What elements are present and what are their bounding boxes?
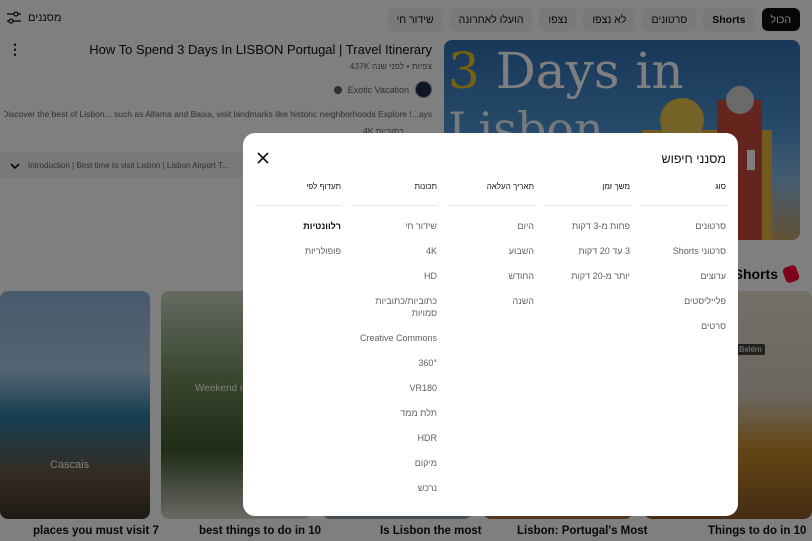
filter-option[interactable]: 360° <box>351 357 437 369</box>
column-header: תאריך העלאה <box>448 182 534 206</box>
filter-column-type: סוג סרטונים סרטוני Shorts ערוצים פלייליס… <box>640 182 726 345</box>
filter-option[interactable]: 4K <box>351 245 437 257</box>
filter-option[interactable]: Creative Commons <box>351 332 437 344</box>
filter-option[interactable]: יותר מ-20 דקות <box>544 270 630 282</box>
close-icon[interactable] <box>255 150 271 166</box>
column-header: תכונות <box>351 182 437 206</box>
filter-column-features: תכונות שידור חי 4K HD כתוביות/כתוביות סמ… <box>351 182 437 507</box>
filter-option[interactable]: שידור חי <box>351 220 437 232</box>
filter-option[interactable]: פופולריות <box>255 245 341 257</box>
filter-option[interactable]: סרטוני Shorts <box>640 245 726 257</box>
column-header: משך זמן <box>544 182 630 206</box>
column-header: סוג <box>640 182 726 206</box>
filter-option[interactable]: ערוצים <box>640 270 726 282</box>
filter-option[interactable]: תלת ממד <box>351 407 437 419</box>
filter-option[interactable]: השנה <box>448 295 534 307</box>
filter-column-duration: משך זמן פחות מ-3 דקות 3 עד 20 דקות יותר … <box>544 182 630 295</box>
column-header: תעדוף לפי <box>255 182 341 206</box>
filter-column-sort-by: תעדוף לפי רלוונטיות פופולריות <box>255 182 341 270</box>
filter-option[interactable]: החודש <box>448 270 534 282</box>
filter-option[interactable]: השבוע <box>448 245 534 257</box>
filter-option[interactable]: VR180 <box>351 382 437 394</box>
filter-option[interactable]: 3 עד 20 דקות <box>544 245 630 257</box>
filter-option[interactable]: נרכש <box>351 482 437 494</box>
filter-option[interactable]: סרטים <box>640 320 726 332</box>
search-filters-dialog: מסנני חיפוש סוג סרטונים סרטוני Shorts ער… <box>243 133 738 516</box>
filter-option-selected[interactable]: רלוונטיות <box>255 220 341 232</box>
filter-option[interactable]: סרטונים <box>640 220 726 232</box>
dialog-title: מסנני חיפוש <box>661 152 726 166</box>
filter-option[interactable]: כתוביות/כתוביות סמויות <box>351 295 437 319</box>
filter-option[interactable]: מיקום <box>351 457 437 469</box>
filter-option[interactable]: HDR <box>351 432 438 444</box>
filter-option[interactable]: פלייליסטים <box>640 295 726 307</box>
filter-option[interactable]: פחות מ-3 דקות <box>544 220 630 232</box>
filter-option[interactable]: היום <box>448 220 534 232</box>
filter-column-upload-date: תאריך העלאה היום השבוע החודש השנה <box>448 182 534 320</box>
filter-option[interactable]: HD <box>351 270 437 282</box>
